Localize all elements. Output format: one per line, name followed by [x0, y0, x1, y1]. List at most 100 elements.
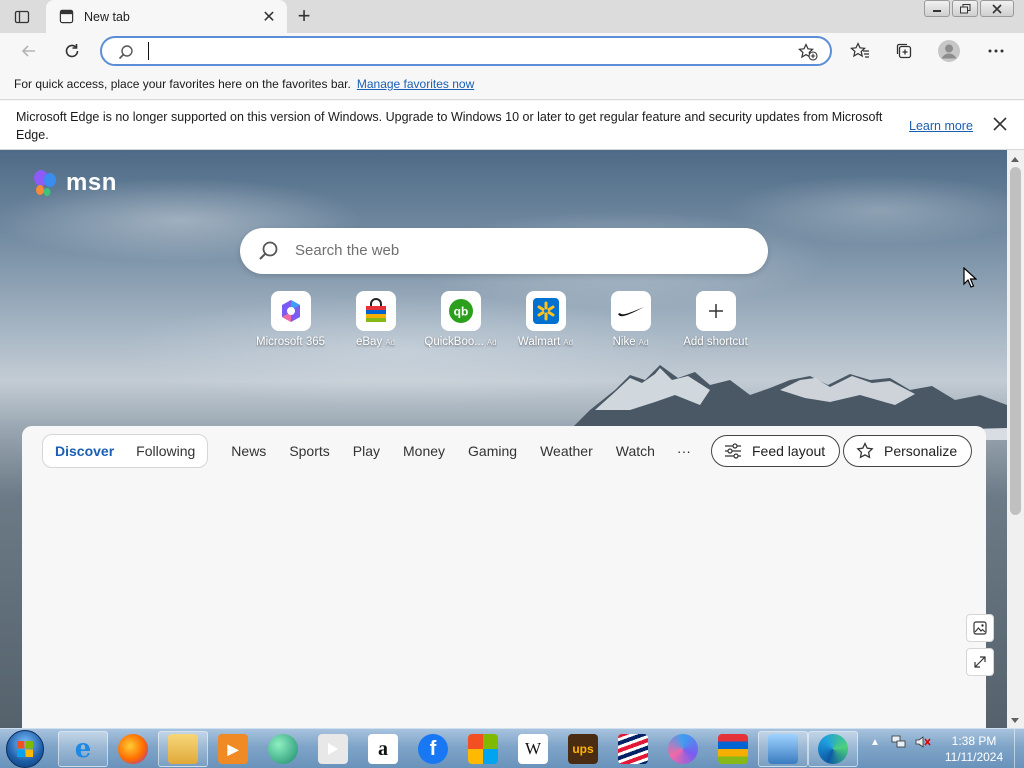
- ad-badge: Ad: [563, 338, 574, 347]
- nav-money[interactable]: Money: [403, 443, 445, 459]
- taskbar-youtube[interactable]: [308, 731, 358, 767]
- clock-date: 11/11/2024: [944, 750, 1004, 764]
- minimize-icon[interactable]: [924, 0, 950, 17]
- start-button[interactable]: [6, 730, 44, 768]
- page-scrollbar[interactable]: [1007, 150, 1024, 728]
- taskbar-media-player[interactable]: ▶: [208, 731, 258, 767]
- file-explorer-icon: [168, 734, 198, 764]
- shortcut-quickbooks[interactable]: qb QuickBoo... Ad: [418, 291, 503, 348]
- collections-button[interactable]: [891, 39, 917, 63]
- nav-more-icon[interactable]: ···: [677, 443, 691, 459]
- edge-icon: [818, 734, 848, 764]
- msn-butterfly-icon: [34, 170, 56, 196]
- msn-logo[interactable]: msn: [32, 168, 117, 198]
- expand-button[interactable]: [966, 648, 994, 676]
- settings-more-button[interactable]: [983, 39, 1009, 63]
- web-search-placeholder: Search the web: [295, 242, 400, 259]
- shortcut-add[interactable]: Add shortcut: [673, 291, 758, 348]
- nav-play[interactable]: Play: [353, 443, 380, 459]
- shortcut-label: eBay: [355, 336, 383, 348]
- new-tab-button[interactable]: +: [292, 3, 316, 28]
- plus-icon: [695, 291, 736, 331]
- bank-of-america-icon: [618, 734, 648, 764]
- taskbar-apps: e ▶ a f W ups: [58, 731, 858, 767]
- ups-icon: ups: [568, 734, 598, 764]
- walmart-spark-icon: [525, 291, 566, 331]
- taskbar-ups[interactable]: ups: [558, 731, 608, 767]
- youtube-icon: [318, 734, 348, 764]
- shortcut-ebay[interactable]: eBay Ad: [333, 291, 418, 348]
- amazon-icon: a: [368, 734, 398, 764]
- taskbar-clock[interactable]: 1:38 PM 11/11/2024: [938, 733, 1010, 765]
- feed-layout-button[interactable]: Feed layout: [711, 435, 841, 467]
- feed-nav: Discover Following News Sports Play Mone…: [42, 434, 691, 468]
- shortcut-label: Nike: [612, 336, 636, 348]
- web-search-box[interactable]: Search the web: [240, 228, 768, 274]
- personalize-label: Personalize: [884, 443, 958, 459]
- taskbar-network-app[interactable]: [758, 731, 808, 767]
- taskbar-microsoft-store[interactable]: [458, 731, 508, 767]
- network-app-icon: [768, 734, 798, 764]
- show-hidden-icons-icon[interactable]: ▲: [866, 733, 884, 751]
- taskbar-internet-explorer[interactable]: e: [58, 731, 108, 767]
- taskbar-bank-of-america[interactable]: [608, 731, 658, 767]
- manage-favorites-link[interactable]: Manage favorites now: [357, 77, 474, 91]
- learn-more-link[interactable]: Learn more: [909, 117, 973, 135]
- personalize-button[interactable]: Personalize: [843, 435, 973, 467]
- close-icon[interactable]: [980, 0, 1014, 17]
- tab-actions-button[interactable]: [10, 6, 34, 28]
- profile-button[interactable]: [936, 39, 962, 63]
- shortcut-walmart[interactable]: Walmart Ad: [503, 291, 588, 348]
- taskbar-microsoft-365[interactable]: [658, 731, 708, 767]
- favorites-button[interactable]: [847, 39, 873, 63]
- title-bar: New tab ✕ +: [0, 0, 1024, 33]
- search-icon: [259, 241, 278, 260]
- show-desktop-button[interactable]: [1014, 729, 1024, 768]
- nav-gaming[interactable]: Gaming: [468, 443, 517, 459]
- refresh-button[interactable]: [59, 39, 85, 63]
- back-button[interactable]: [16, 39, 42, 63]
- image-icon: [973, 621, 987, 635]
- scroll-up-icon[interactable]: [1011, 157, 1019, 162]
- refresh-icon: [65, 44, 79, 58]
- taskbar-wikipedia[interactable]: W: [508, 731, 558, 767]
- window-controls: [922, 0, 1014, 17]
- taskbar-copilot[interactable]: [258, 731, 308, 767]
- taskbar-file-explorer[interactable]: [158, 731, 208, 767]
- facebook-icon: f: [418, 734, 448, 764]
- add-favorite-icon[interactable]: [798, 43, 818, 61]
- volume-muted-icon[interactable]: [914, 733, 932, 751]
- scroll-thumb[interactable]: [1010, 167, 1021, 515]
- nav-watch[interactable]: Watch: [616, 443, 655, 459]
- tab-discover[interactable]: Discover: [55, 443, 114, 459]
- restore-icon[interactable]: [952, 0, 978, 17]
- taskbar-amazon[interactable]: a: [358, 731, 408, 767]
- nav-news[interactable]: News: [231, 443, 266, 459]
- tab-following[interactable]: Following: [136, 443, 195, 459]
- taskbar-facebook[interactable]: f: [408, 731, 458, 767]
- scroll-down-icon[interactable]: [1011, 718, 1019, 723]
- address-input[interactable]: [148, 42, 788, 60]
- avatar: [938, 40, 960, 62]
- collections-icon: [896, 43, 912, 59]
- shortcut-microsoft-365[interactable]: Microsoft 365: [248, 291, 333, 348]
- svg-text:qb: qb: [453, 305, 468, 319]
- notification-close-icon[interactable]: [991, 115, 1009, 133]
- address-bar[interactable]: [100, 36, 832, 66]
- shortcut-label: QuickBoo...: [424, 336, 484, 348]
- shortcut-label: Add shortcut: [683, 336, 748, 348]
- taskbar-shopping[interactable]: [708, 731, 758, 767]
- tab-close-icon[interactable]: ✕: [261, 9, 277, 26]
- nav-sports[interactable]: Sports: [289, 443, 329, 459]
- windows-logo-icon: [17, 741, 33, 757]
- taskbar-edge[interactable]: [808, 731, 858, 767]
- ebay-bag-icon: [355, 291, 396, 331]
- change-background-button[interactable]: [966, 614, 994, 642]
- network-icon[interactable]: [890, 733, 908, 751]
- nav-weather[interactable]: Weather: [540, 443, 593, 459]
- taskbar-firefox[interactable]: [108, 731, 158, 767]
- shortcut-nike[interactable]: Nike Ad: [588, 291, 673, 348]
- copilot-icon: [268, 734, 298, 764]
- tab-new-tab[interactable]: New tab ✕: [46, 0, 287, 33]
- wikipedia-icon: W: [518, 734, 548, 764]
